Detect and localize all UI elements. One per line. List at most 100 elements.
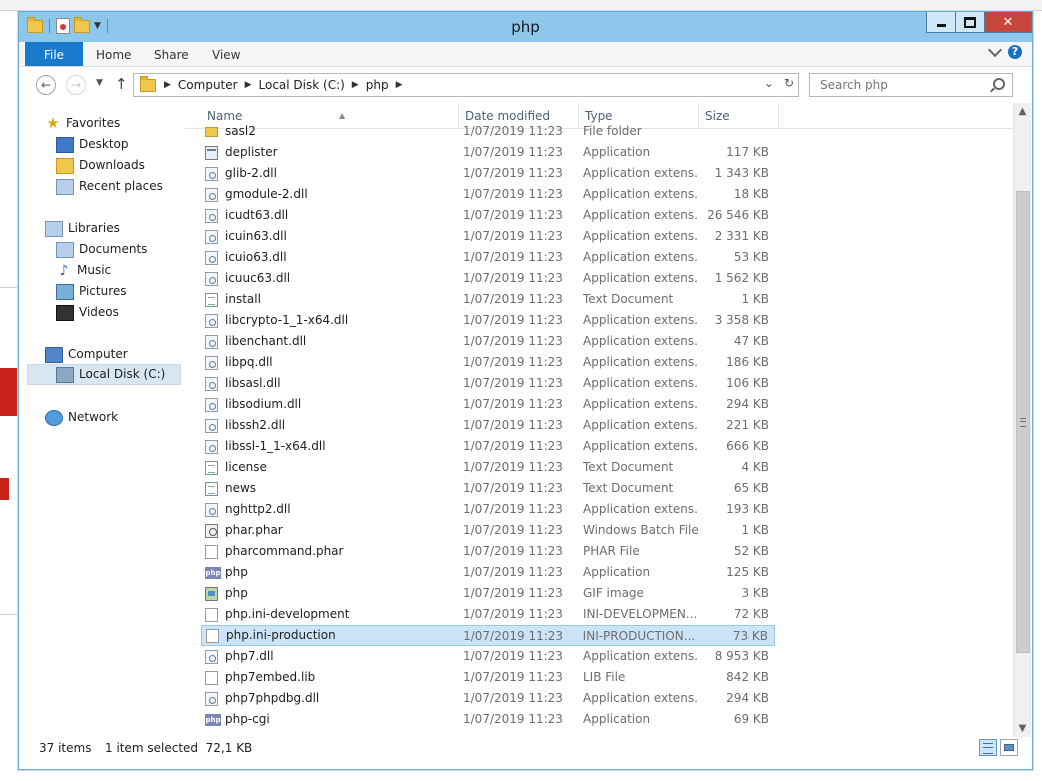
- file-dll-icon: [205, 334, 218, 349]
- file-size-cell: 106 KB: [726, 376, 769, 390]
- search-icon[interactable]: [993, 78, 1005, 90]
- file-date-cell: 1/07/2019 11:23: [463, 355, 563, 369]
- nav-computer[interactable]: Computer: [45, 344, 128, 365]
- table-row[interactable]: license 1/07/2019 11:23 Text Document 4 KB: [201, 457, 775, 478]
- table-row[interactable]: gmodule-2.dll 1/07/2019 11:23 Application …: [201, 184, 775, 205]
- file-name-cell: libcrypto-1_1-x64.dll: [201, 310, 459, 331]
- file-php-icon: php: [205, 566, 221, 579]
- breadcrumb-separator-icon[interactable]: ▶: [164, 80, 171, 90]
- breadcrumb-php[interactable]: php: [366, 78, 389, 92]
- table-row[interactable]: libsasl.dll 1/07/2019 11:23 Application ex…: [201, 373, 775, 394]
- nav-item-documents[interactable]: Documents: [56, 239, 147, 260]
- recent-locations-chevron-icon[interactable]: ▼: [96, 78, 103, 88]
- nav-item-pictures[interactable]: Pictures: [56, 281, 127, 302]
- table-row[interactable]: php.ini-development 1/07/2019 11:23 INI-DE…: [201, 604, 775, 625]
- maximize-button[interactable]: [955, 12, 985, 33]
- scroll-up-arrow-icon[interactable]: ▲: [1014, 103, 1031, 120]
- back-button[interactable]: ←: [36, 75, 56, 95]
- nav-network[interactable]: Network: [45, 407, 118, 428]
- file-size-cell: 53 KB: [733, 250, 769, 264]
- table-row[interactable]: php php 1/07/2019 11:23 Application 125 KB: [201, 562, 775, 583]
- address-bar[interactable]: ▶ Computer ▶ Local Disk (C:) ▶ php ▶ ⌄ ↻: [133, 73, 799, 97]
- table-row[interactable]: libssl-1_1-x64.dll 1/07/2019 11:23 Applica…: [201, 436, 775, 457]
- file-name-cell: glib-2.dll: [201, 163, 459, 184]
- nav-label: Pictures: [79, 284, 127, 298]
- tab-file[interactable]: File: [25, 42, 83, 66]
- search-box[interactable]: [809, 73, 1013, 97]
- table-row[interactable]: libsodium.dll 1/07/2019 11:23 Application …: [201, 394, 775, 415]
- details-view-button[interactable]: [979, 739, 997, 756]
- file-gif-icon: [205, 586, 218, 601]
- scroll-down-arrow-icon[interactable]: ▼: [1014, 720, 1031, 737]
- nav-item-videos[interactable]: Videos: [56, 302, 119, 323]
- file-size-cell: 1 562 KB: [714, 271, 769, 285]
- nav-item-music[interactable]: ♪ Music: [56, 260, 112, 281]
- background-divider: [0, 287, 18, 288]
- breadcrumb-separator-icon[interactable]: ▶: [352, 80, 359, 90]
- table-row[interactable]: install 1/07/2019 11:23 Text Document 1 KB: [201, 289, 775, 310]
- refresh-icon[interactable]: ↻: [784, 76, 794, 90]
- title-bar[interactable]: ▼ php ✕: [19, 12, 1032, 42]
- file-type-cell: PHAR File: [583, 544, 640, 558]
- close-button[interactable]: ✕: [984, 12, 1032, 33]
- file-dll-icon: [205, 691, 218, 706]
- table-row[interactable]: php7phpdbg.dll 1/07/2019 11:23 Application…: [201, 688, 775, 709]
- minimize-button[interactable]: [926, 12, 956, 33]
- expand-ribbon-chevron-icon[interactable]: [987, 42, 1003, 58]
- tab-home[interactable]: Home: [96, 42, 131, 66]
- table-row[interactable]: glib-2.dll 1/07/2019 11:23 Application ext…: [201, 163, 775, 184]
- file-type-cell: Application extens...: [583, 649, 699, 663]
- file-type-cell: LIB File: [583, 670, 626, 684]
- nav-item-recent-places[interactable]: Recent places: [56, 176, 163, 197]
- tab-share[interactable]: Share: [154, 42, 189, 66]
- vertical-scrollbar[interactable]: ▲ ▼: [1013, 103, 1031, 737]
- breadcrumb-separator-icon[interactable]: ▶: [245, 80, 252, 90]
- nav-item-downloads[interactable]: Downloads: [56, 155, 145, 176]
- table-row[interactable]: icuin63.dll 1/07/2019 11:23 Application ex…: [201, 226, 775, 247]
- table-row[interactable]: icuuc63.dll 1/07/2019 11:23 Application ex…: [201, 268, 775, 289]
- address-history-chevron-icon[interactable]: ⌄: [764, 76, 774, 90]
- minimize-icon: [936, 23, 946, 27]
- file-date-cell: 1/07/2019 11:23: [463, 187, 563, 201]
- table-row[interactable]: icudt63.dll 1/07/2019 11:23 Application ex…: [201, 205, 775, 226]
- file-name-cell: libssh2.dll: [201, 415, 459, 436]
- table-row[interactable]: libpq.dll 1/07/2019 11:23 Application exte…: [201, 352, 775, 373]
- table-row[interactable]: phar.phar 1/07/2019 11:23 Windows Batch Fi…: [201, 520, 775, 541]
- file-size-cell: 3 358 KB: [714, 313, 769, 327]
- file-size-cell: 1 343 KB: [714, 166, 769, 180]
- table-row[interactable]: pharcommand.phar 1/07/2019 11:23 PHAR File…: [201, 541, 775, 562]
- table-row[interactable]: libssh2.dll 1/07/2019 11:23 Application ex…: [201, 415, 775, 436]
- nav-item-desktop[interactable]: Desktop: [56, 134, 129, 155]
- table-row[interactable]: php php-cgi 1/07/2019 11:23 Application 69 K…: [201, 709, 775, 730]
- table-row[interactable]: php7embed.lib 1/07/2019 11:23 LIB File 842 …: [201, 667, 775, 688]
- nav-libraries[interactable]: Libraries: [45, 218, 120, 239]
- nav-label: Recent places: [79, 179, 163, 193]
- table-row[interactable]: php.ini-production 1/07/2019 11:23 INI-PRO…: [201, 625, 775, 646]
- search-input[interactable]: [818, 74, 992, 96]
- scroll-thumb[interactable]: [1016, 191, 1030, 653]
- breadcrumb-local-disk[interactable]: Local Disk (C:): [259, 78, 345, 92]
- table-row[interactable]: deplister 1/07/2019 11:23 Application 117 K…: [201, 142, 775, 163]
- file-size-cell: 842 KB: [726, 670, 769, 684]
- file-blank-icon: [205, 544, 218, 559]
- table-row[interactable]: sasl2 1/07/2019 11:23 File folder: [201, 121, 775, 142]
- forward-button[interactable]: →: [66, 75, 86, 95]
- file-bat-icon: [205, 523, 218, 538]
- file-name: libenchant.dll: [225, 334, 307, 348]
- up-button[interactable]: ↑: [115, 75, 128, 93]
- nav-favorites[interactable]: ★ Favorites: [45, 113, 120, 134]
- large-icons-view-button[interactable]: [1000, 739, 1018, 756]
- table-row[interactable]: icuio63.dll 1/07/2019 11:23 Application ex…: [201, 247, 775, 268]
- table-row[interactable]: nghttp2.dll 1/07/2019 11:23 Application ex…: [201, 499, 775, 520]
- table-row[interactable]: php 1/07/2019 11:23 GIF image 3 KB: [201, 583, 775, 604]
- help-icon[interactable]: ?: [1008, 45, 1022, 59]
- table-row[interactable]: libenchant.dll 1/07/2019 11:23 Application…: [201, 331, 775, 352]
- tab-view[interactable]: View: [212, 42, 240, 66]
- file-size-cell: 72 KB: [733, 607, 769, 621]
- table-row[interactable]: libcrypto-1_1-x64.dll 1/07/2019 11:23 Appl…: [201, 310, 775, 331]
- table-row[interactable]: news 1/07/2019 11:23 Text Document 65 KB: [201, 478, 775, 499]
- breadcrumb-computer[interactable]: Computer: [178, 78, 238, 92]
- table-row[interactable]: php7.dll 1/07/2019 11:23 Application exten…: [201, 646, 775, 667]
- nav-item-local-disk[interactable]: Local Disk (C:): [27, 364, 181, 385]
- breadcrumb-separator-icon[interactable]: ▶: [396, 80, 403, 90]
